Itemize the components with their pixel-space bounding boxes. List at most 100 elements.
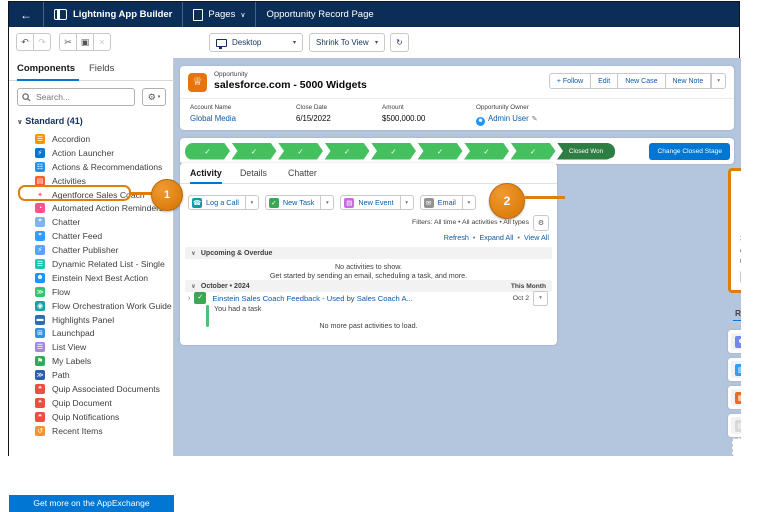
highlights-panel[interactable]: ♕ Opportunity salesforce.com - 5000 Widg…: [180, 66, 734, 130]
file-dropzone[interactable]: ↑ Upload Files: [732, 438, 741, 456]
activity-action-button[interactable]: ☎ Log a Call: [188, 195, 246, 210]
component-list-item[interactable]: ☰ Dynamic Related List - Single: [9, 257, 174, 271]
more-actions-button[interactable]: ▾: [711, 73, 726, 89]
path-stage-current[interactable]: Closed Won: [557, 143, 615, 160]
owner-link[interactable]: Admin User: [488, 114, 529, 123]
coach-title: Sales Coach Agent: [740, 233, 741, 243]
action-label: New Task: [283, 198, 315, 207]
component-list-item[interactable]: ❞ Chatter Feed: [9, 229, 174, 243]
tab-details[interactable]: Details: [240, 163, 267, 183]
change-closed-stage-button[interactable]: Change Closed Stage: [649, 143, 730, 160]
field-owner: Opportunity Owner ☻Admin User✎: [476, 104, 538, 126]
component-list-item[interactable]: ≫ Flow: [9, 285, 174, 299]
component-list-item[interactable]: ☰ List View: [9, 340, 174, 354]
tab-chatter[interactable]: Chatter: [288, 163, 317, 183]
refresh-button[interactable]: ↻: [390, 33, 409, 52]
tab-fields[interactable]: Fields: [89, 58, 114, 80]
tab-activity[interactable]: Activity: [190, 163, 222, 183]
path-stage-complete[interactable]: ✓: [511, 143, 556, 160]
search-input[interactable]: [34, 91, 128, 103]
timeline-item-menu-button[interactable]: ▾: [533, 291, 548, 306]
component-list-item[interactable]: ↺ Recent Items: [9, 424, 174, 438]
activity-link[interactable]: View All: [513, 233, 549, 242]
component-list-item[interactable]: ≫ Path: [9, 368, 174, 382]
related-list-icon: ▤: [735, 420, 741, 432]
activity-link[interactable]: Refresh: [444, 233, 469, 242]
copy-button[interactable]: ▣: [76, 33, 94, 51]
record-action-button[interactable]: New Note: [665, 73, 712, 89]
record-action-button[interactable]: New Case: [617, 73, 665, 89]
app-window: ← Lightning App Builder Pages ∨ Opportun…: [8, 1, 740, 456]
zoom-select[interactable]: Shrink To View ▾: [309, 33, 385, 52]
activity-action-button[interactable]: ▤ New Event: [340, 195, 400, 210]
component-list-item[interactable]: ☰ Accordion: [9, 132, 174, 146]
record-action-button[interactable]: Edit: [590, 73, 618, 89]
component-list-item[interactable]: ❝ Quip Document: [9, 396, 174, 410]
component-list-item[interactable]: ☷ Actions & Recommendations: [9, 160, 174, 174]
annotation-connector-line: [521, 196, 565, 199]
annotation-marker-2: 2: [489, 183, 525, 219]
related-list-header[interactable]: ▥ Partners (0) ▾: [731, 361, 741, 378]
action-label: Log a Call: [206, 198, 239, 207]
path-stage-complete[interactable]: ✓: [185, 143, 230, 160]
redo-button[interactable]: ↷: [33, 33, 51, 51]
delete-button[interactable]: ×: [93, 33, 111, 51]
action-dropdown-button[interactable]: ▾: [321, 195, 334, 210]
divider: [180, 98, 734, 99]
gear-icon: ⚙: [538, 219, 544, 227]
component-list-item[interactable]: ⚑ My Labels: [9, 354, 174, 368]
path-stage-complete[interactable]: ✓: [325, 143, 370, 160]
appexchange-button[interactable]: Get more on the AppExchange: [9, 495, 174, 512]
component-list-item[interactable]: ⊞ Launchpad: [9, 326, 174, 340]
expander-icon[interactable]: ›: [188, 295, 190, 302]
path-stage-complete[interactable]: ✓: [232, 143, 277, 160]
tab-related[interactable]: Related: [735, 308, 741, 318]
component-list-item[interactable]: ◔ Automated Action Reminders: [9, 201, 174, 215]
component-list-item[interactable]: ❝ Quip Associated Documents: [9, 382, 174, 396]
component-filter-button[interactable]: ⚙ ▾: [142, 88, 166, 106]
component-list-item[interactable]: ◉ Flow Orchestration Work Guide: [9, 299, 174, 313]
record-actions: + Follow Edit New Case New Note ▾: [549, 73, 726, 89]
undo-button[interactable]: ↶: [16, 33, 34, 51]
record-action-button[interactable]: + Follow: [549, 73, 591, 89]
component-list-item[interactable]: ☻ Einstein Next Best Action: [9, 271, 174, 285]
standard-section-header[interactable]: ∨ Standard (41): [17, 116, 83, 126]
component-list-item[interactable]: ⚡ Action Launcher: [9, 146, 174, 160]
start-button[interactable]: ✦ Start: [740, 270, 741, 284]
component-list-item[interactable]: ⚡ Chatter Publisher: [9, 243, 174, 257]
related-list-header[interactable]: ☻ Contact Roles (0) ▾: [731, 333, 741, 350]
component-list-item[interactable]: ❝ Quip Notifications: [9, 410, 174, 424]
path-stage-complete[interactable]: ✓: [278, 143, 323, 160]
cut-button[interactable]: ✂: [59, 33, 77, 51]
filters-gear-button[interactable]: ⚙: [533, 215, 549, 231]
chevron-down-icon: ▾: [293, 39, 296, 46]
edit-pencil-icon[interactable]: ✎: [532, 116, 538, 123]
divider: [728, 321, 741, 322]
component-search[interactable]: [17, 88, 135, 106]
pages-menu[interactable]: Pages ∨: [183, 2, 256, 27]
path-stage-complete[interactable]: ✓: [371, 143, 416, 160]
component-label: Launchpad: [52, 328, 95, 338]
related-list-header[interactable]: ▦ Products (0) ▾: [731, 389, 741, 406]
account-link[interactable]: Global Media: [190, 114, 236, 123]
activity-action-button[interactable]: ✓ New Task: [265, 195, 322, 210]
path-stage-complete[interactable]: ✓: [418, 143, 463, 160]
path-stage-complete[interactable]: ✓: [464, 143, 509, 160]
activity-link[interactable]: Expand All: [469, 233, 514, 242]
action-dropdown-button[interactable]: ▾: [401, 195, 414, 210]
timeline-item-link[interactable]: Einstein Sales Coach Feedback - Used by …: [212, 294, 413, 303]
action-dropdown-button[interactable]: ▾: [246, 195, 259, 210]
related-list-header[interactable]: ▤ Notes & Attachments (0) ▾: [731, 417, 741, 434]
timeline-item-date: Oct 2: [513, 295, 529, 302]
upcoming-overdue-section[interactable]: ∨ Upcoming & Overdue: [185, 247, 552, 259]
activity-filters-summary[interactable]: Filters: All time • All activities • All…: [412, 219, 529, 226]
timeline-item: › ✓ Einstein Sales Coach Feedback - Used…: [188, 291, 548, 305]
component-list-item[interactable]: ❞ Chatter: [9, 215, 174, 229]
component-list-item[interactable]: ▬ Highlights Panel: [9, 313, 174, 327]
action-dropdown-button[interactable]: ▾: [463, 195, 476, 210]
activity-action-button[interactable]: ✉ Email: [420, 195, 463, 210]
tab-components[interactable]: Components: [17, 58, 75, 80]
back-button[interactable]: ←: [9, 2, 44, 27]
component-label: List View: [52, 342, 86, 352]
device-select[interactable]: Desktop ▾: [209, 33, 303, 52]
